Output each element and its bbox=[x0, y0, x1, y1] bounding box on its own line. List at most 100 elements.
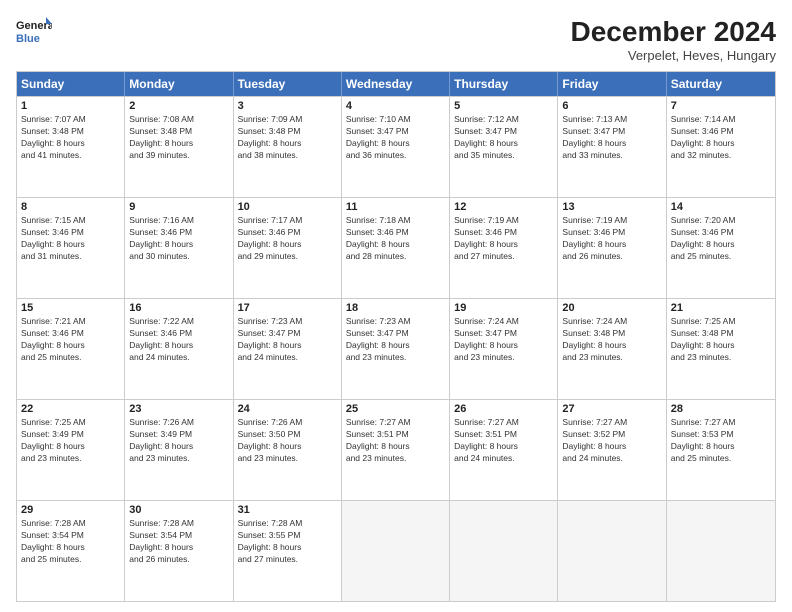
day-info: Sunrise: 7:27 AM Sunset: 3:51 PM Dayligh… bbox=[454, 417, 553, 465]
calendar-cell: 7 Sunrise: 7:14 AM Sunset: 3:46 PM Daylig… bbox=[667, 97, 775, 197]
calendar-cell: 25 Sunrise: 7:27 AM Sunset: 3:51 PM Dayli… bbox=[342, 400, 450, 500]
day-info: Sunrise: 7:28 AM Sunset: 3:54 PM Dayligh… bbox=[129, 518, 228, 566]
calendar-cell bbox=[667, 501, 775, 601]
calendar-cell: 20Sunrise: 7:24 AM Sunset: 3:48 PM Dayli… bbox=[558, 299, 666, 399]
day-number: 21 bbox=[671, 302, 771, 314]
calendar-cell: 28 Sunrise: 7:27 AM Sunset: 3:53 PM Dayli… bbox=[667, 400, 775, 500]
calendar-cell: 26 Sunrise: 7:27 AM Sunset: 3:51 PM Dayli… bbox=[450, 400, 558, 500]
calendar-cell bbox=[342, 501, 450, 601]
calendar-cell: 4 Sunrise: 7:10 AM Sunset: 3:47 PM Daylig… bbox=[342, 97, 450, 197]
day-info: Sunrise: 7:28 AM Sunset: 3:54 PM Dayligh… bbox=[21, 518, 120, 566]
day-number: 24 bbox=[238, 403, 337, 415]
calendar-cell: 15 Sunrise: 7:21 AM Sunset: 3:46 PM Dayli… bbox=[17, 299, 125, 399]
day-number: 9 bbox=[129, 201, 228, 213]
day-number: 19 bbox=[454, 302, 553, 314]
day-info: Sunrise: 7:15 AM Sunset: 3:46 PM Dayligh… bbox=[21, 215, 120, 263]
day-info: Sunrise: 7:13 AM Sunset: 3:47 PM Dayligh… bbox=[562, 114, 661, 162]
day-number: 5 bbox=[454, 100, 553, 112]
day-number: 7 bbox=[671, 100, 771, 112]
day-number: 28 bbox=[671, 403, 771, 415]
calendar-cell: 17Sunrise: 7:23 AM Sunset: 3:47 PM Dayli… bbox=[234, 299, 342, 399]
calendar-week-1: 1 Sunrise: 7:07 AM Sunset: 3:48 PM Daylig… bbox=[17, 96, 775, 197]
calendar-cell: 22 Sunrise: 7:25 AM Sunset: 3:49 PM Dayli… bbox=[17, 400, 125, 500]
day-number: 4 bbox=[346, 100, 445, 112]
calendar-cell: 5 Sunrise: 7:12 AM Sunset: 3:47 PM Daylig… bbox=[450, 97, 558, 197]
day-info: Sunrise: 7:16 AM Sunset: 3:46 PM Dayligh… bbox=[129, 215, 228, 263]
day-number: 11 bbox=[346, 201, 445, 213]
day-number: 27 bbox=[562, 403, 661, 415]
calendar-cell: 27 Sunrise: 7:27 AM Sunset: 3:52 PM Dayli… bbox=[558, 400, 666, 500]
page: General Blue December 2024 Verpelet, Hev… bbox=[0, 0, 792, 612]
day-info: Sunrise: 7:28 AM Sunset: 3:55 PM Dayligh… bbox=[238, 518, 337, 566]
calendar-cell: 31 Sunrise: 7:28 AM Sunset: 3:55 PM Dayli… bbox=[234, 501, 342, 601]
day-number: 30 bbox=[129, 504, 228, 516]
day-number: 1 bbox=[21, 100, 120, 112]
day-info: Sunrise: 7:07 AM Sunset: 3:48 PM Dayligh… bbox=[21, 114, 120, 162]
day-info: Sunrise: 7:27 AM Sunset: 3:51 PM Dayligh… bbox=[346, 417, 445, 465]
day-number: 20 bbox=[562, 302, 661, 314]
calendar-cell: 13 Sunrise: 7:19 AM Sunset: 3:46 PM Dayli… bbox=[558, 198, 666, 298]
day-number: 6 bbox=[562, 100, 661, 112]
day-info: Sunrise: 7:14 AM Sunset: 3:46 PM Dayligh… bbox=[671, 114, 771, 162]
calendar-cell: 3 Sunrise: 7:09 AM Sunset: 3:48 PM Daylig… bbox=[234, 97, 342, 197]
day-info: Sunrise: 7:24 AM Sunset: 3:47 PM Dayligh… bbox=[454, 316, 553, 364]
day-info: Sunrise: 7:27 AM Sunset: 3:52 PM Dayligh… bbox=[562, 417, 661, 465]
calendar-cell: 10 Sunrise: 7:17 AM Sunset: 3:46 PM Dayli… bbox=[234, 198, 342, 298]
logo-icon: General Blue bbox=[16, 16, 52, 46]
day-info: Sunrise: 7:21 AM Sunset: 3:46 PM Dayligh… bbox=[21, 316, 120, 364]
calendar-week-2: 8 Sunrise: 7:15 AM Sunset: 3:46 PM Daylig… bbox=[17, 197, 775, 298]
day-number: 22 bbox=[21, 403, 120, 415]
header-day-monday: Monday bbox=[125, 72, 233, 96]
day-info: Sunrise: 7:25 AM Sunset: 3:48 PM Dayligh… bbox=[671, 316, 771, 364]
calendar-cell: 11Sunrise: 7:18 AM Sunset: 3:46 PM Dayli… bbox=[342, 198, 450, 298]
day-info: Sunrise: 7:09 AM Sunset: 3:48 PM Dayligh… bbox=[238, 114, 337, 162]
day-info: Sunrise: 7:19 AM Sunset: 3:46 PM Dayligh… bbox=[562, 215, 661, 263]
day-number: 29 bbox=[21, 504, 120, 516]
calendar: SundayMondayTuesdayWednesdayThursdayFrid… bbox=[16, 71, 776, 602]
day-number: 26 bbox=[454, 403, 553, 415]
day-info: Sunrise: 7:25 AM Sunset: 3:49 PM Dayligh… bbox=[21, 417, 120, 465]
day-number: 13 bbox=[562, 201, 661, 213]
calendar-cell: 29 Sunrise: 7:28 AM Sunset: 3:54 PM Dayli… bbox=[17, 501, 125, 601]
location: Verpelet, Heves, Hungary bbox=[571, 48, 776, 63]
calendar-week-3: 15 Sunrise: 7:21 AM Sunset: 3:46 PM Dayli… bbox=[17, 298, 775, 399]
day-info: Sunrise: 7:22 AM Sunset: 3:46 PM Dayligh… bbox=[129, 316, 228, 364]
day-info: Sunrise: 7:20 AM Sunset: 3:46 PM Dayligh… bbox=[671, 215, 771, 263]
day-number: 8 bbox=[21, 201, 120, 213]
calendar-cell: 18Sunrise: 7:23 AM Sunset: 3:47 PM Dayli… bbox=[342, 299, 450, 399]
title-block: December 2024 Verpelet, Heves, Hungary bbox=[571, 16, 776, 63]
calendar-cell: 9 Sunrise: 7:16 AM Sunset: 3:46 PM Daylig… bbox=[125, 198, 233, 298]
calendar-week-4: 22 Sunrise: 7:25 AM Sunset: 3:49 PM Dayli… bbox=[17, 399, 775, 500]
calendar-cell: 24Sunrise: 7:26 AM Sunset: 3:50 PM Dayli… bbox=[234, 400, 342, 500]
calendar-cell: 30 Sunrise: 7:28 AM Sunset: 3:54 PM Dayli… bbox=[125, 501, 233, 601]
header-day-sunday: Sunday bbox=[17, 72, 125, 96]
day-number: 2 bbox=[129, 100, 228, 112]
header: General Blue December 2024 Verpelet, Hev… bbox=[16, 16, 776, 63]
day-number: 15 bbox=[21, 302, 120, 314]
day-info: Sunrise: 7:19 AM Sunset: 3:46 PM Dayligh… bbox=[454, 215, 553, 263]
logo: General Blue bbox=[16, 16, 52, 46]
calendar-cell: 1 Sunrise: 7:07 AM Sunset: 3:48 PM Daylig… bbox=[17, 97, 125, 197]
day-info: Sunrise: 7:27 AM Sunset: 3:53 PM Dayligh… bbox=[671, 417, 771, 465]
day-info: Sunrise: 7:23 AM Sunset: 3:47 PM Dayligh… bbox=[238, 316, 337, 364]
month-title: December 2024 bbox=[571, 16, 776, 48]
day-number: 25 bbox=[346, 403, 445, 415]
calendar-body: 1 Sunrise: 7:07 AM Sunset: 3:48 PM Daylig… bbox=[17, 96, 775, 601]
day-info: Sunrise: 7:12 AM Sunset: 3:47 PM Dayligh… bbox=[454, 114, 553, 162]
day-number: 23 bbox=[129, 403, 228, 415]
day-info: Sunrise: 7:08 AM Sunset: 3:48 PM Dayligh… bbox=[129, 114, 228, 162]
header-day-thursday: Thursday bbox=[450, 72, 558, 96]
calendar-cell: 6 Sunrise: 7:13 AM Sunset: 3:47 PM Daylig… bbox=[558, 97, 666, 197]
day-info: Sunrise: 7:10 AM Sunset: 3:47 PM Dayligh… bbox=[346, 114, 445, 162]
day-number: 10 bbox=[238, 201, 337, 213]
calendar-header: SundayMondayTuesdayWednesdayThursdayFrid… bbox=[17, 72, 775, 96]
header-day-saturday: Saturday bbox=[667, 72, 775, 96]
day-info: Sunrise: 7:17 AM Sunset: 3:46 PM Dayligh… bbox=[238, 215, 337, 263]
calendar-cell: 14Sunrise: 7:20 AM Sunset: 3:46 PM Dayli… bbox=[667, 198, 775, 298]
calendar-week-5: 29 Sunrise: 7:28 AM Sunset: 3:54 PM Dayli… bbox=[17, 500, 775, 601]
day-info: Sunrise: 7:26 AM Sunset: 3:49 PM Dayligh… bbox=[129, 417, 228, 465]
day-number: 3 bbox=[238, 100, 337, 112]
svg-text:Blue: Blue bbox=[16, 33, 40, 45]
day-number: 31 bbox=[238, 504, 337, 516]
calendar-cell: 16Sunrise: 7:22 AM Sunset: 3:46 PM Dayli… bbox=[125, 299, 233, 399]
